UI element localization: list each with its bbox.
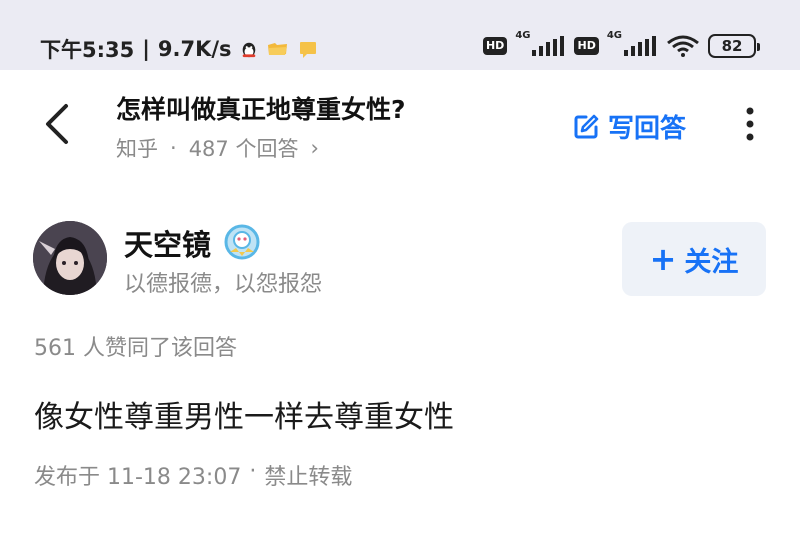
qq-icon (242, 42, 255, 58)
more-vertical-icon[interactable] (742, 106, 758, 142)
question-meta[interactable]: 知乎 · 487 个回答 › (116, 133, 319, 163)
status-time: 下午5:35 (40, 38, 135, 62)
status-left: 下午5:35 | 9.7K/s (40, 34, 318, 64)
copyright-notice: 禁止转载 (264, 465, 353, 490)
answer-count: 487 个回答 (188, 137, 299, 161)
wifi-icon (667, 35, 699, 57)
follow-button[interactable]: + 关注 (622, 222, 766, 296)
plus-icon: + (649, 240, 677, 278)
verified-badge-icon (224, 224, 260, 260)
message-icon (299, 42, 316, 58)
signal-1: 4G (515, 30, 566, 56)
follow-label: 关注 (684, 246, 739, 278)
source-label: 知乎 (116, 137, 158, 161)
question-title[interactable]: 怎样叫做真正地尊重女性? (116, 90, 406, 126)
vote-count: 561 人赞同了该回答 (34, 336, 237, 361)
status-bar: 下午5:35 | 9.7K/s HD 4G HD 4G 82 (0, 0, 800, 70)
net-label-2: 4G (606, 30, 622, 41)
chevron-right-icon: › (310, 136, 319, 160)
avatar-image (33, 221, 107, 295)
net-label: 4G (515, 30, 531, 41)
back-arrow-icon[interactable] (38, 100, 78, 148)
author-bio: 以德报德，以怨报怨 (124, 272, 323, 297)
write-answer-label: 写回答 (608, 114, 687, 144)
battery-icon: 82 (708, 34, 760, 58)
signal-icon (532, 36, 565, 56)
battery-level: 82 (721, 37, 743, 55)
folder-icon (267, 43, 287, 55)
status-speed: 9.7K/s (157, 37, 232, 61)
signal-2: 4G (607, 30, 658, 56)
author-name[interactable]: 天空镜 (124, 222, 211, 264)
publish-time: 发布于 11-18 23:07 (34, 465, 242, 490)
signal-icon (624, 36, 656, 56)
publish-separator: · (249, 459, 257, 484)
hd-badge-2: HD (574, 37, 599, 55)
hd-badge: HD (482, 37, 508, 55)
status-divider: | (142, 37, 150, 61)
edit-icon (574, 114, 599, 138)
status-right: HD 4G HD 4G 82 (482, 30, 760, 58)
avatar[interactable] (33, 221, 107, 295)
answer-content[interactable]: 像女性尊重男性一样去尊重女性 (34, 392, 454, 436)
publish-info: 发布于 11-18 23:07 · 禁止转载 (34, 459, 352, 491)
write-answer-button[interactable]: 写回答 (572, 108, 686, 145)
meta-separator: · (170, 136, 177, 160)
